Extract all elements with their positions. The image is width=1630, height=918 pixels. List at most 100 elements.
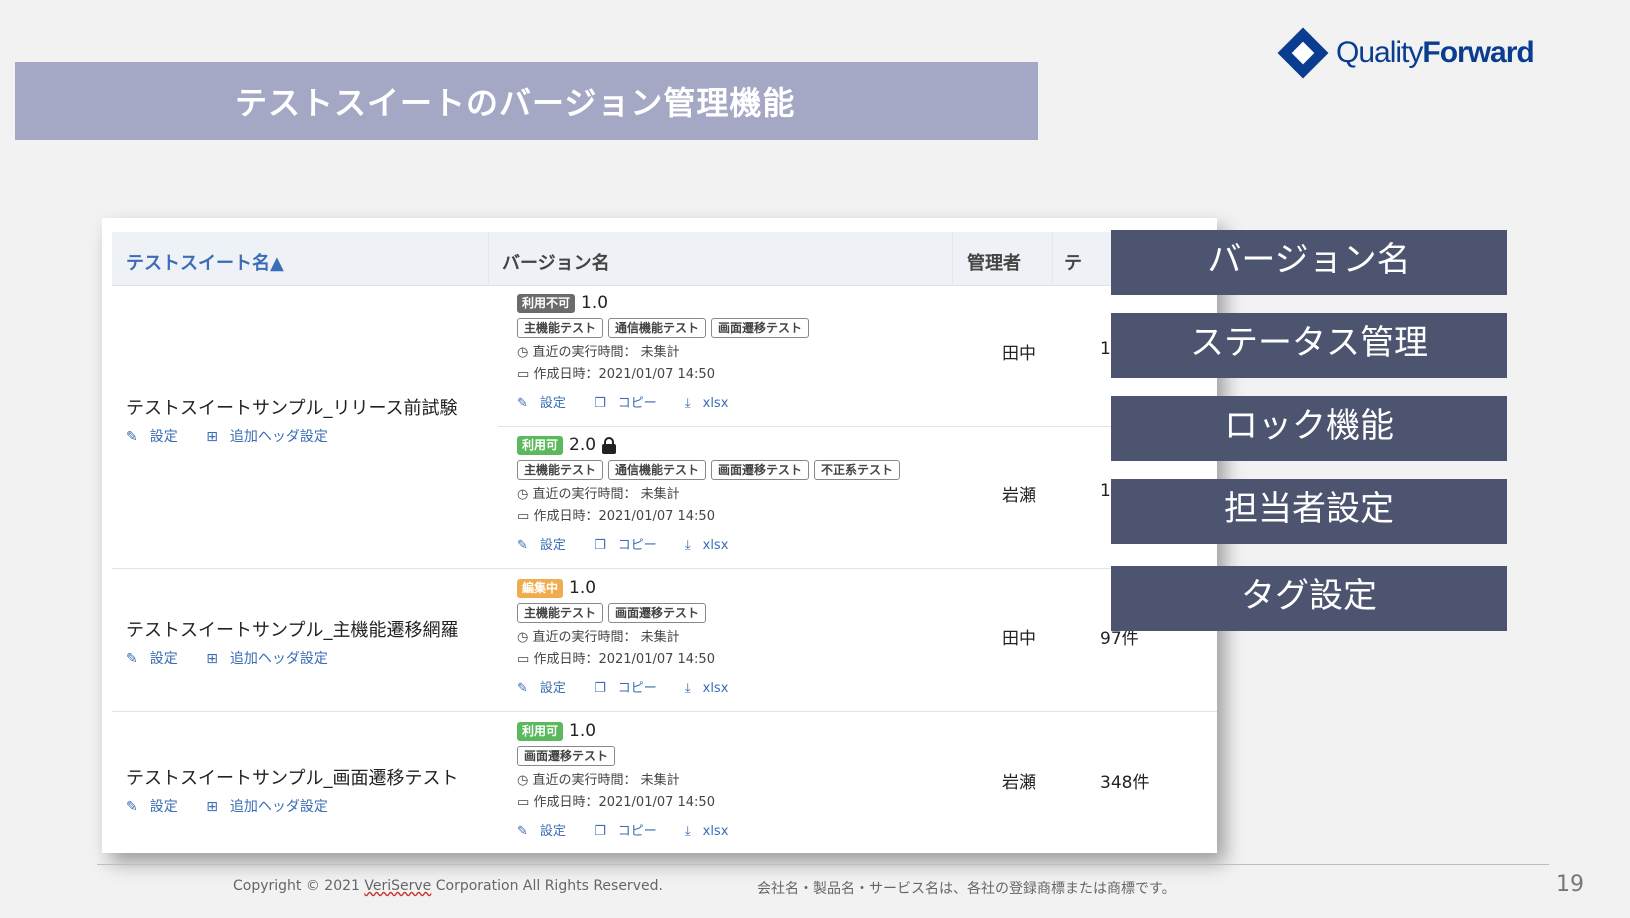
version-number[interactable]: 1.0 [569, 578, 596, 598]
tag-list: 主機能テスト 画面遷移テスト [517, 603, 752, 623]
slide-title: テストスイートのバージョン管理機能 [235, 84, 796, 122]
test-suite-table-screenshot: テストスイート名▲ バージョン名 管理者 テ テストスイートサンプル_リリース前… [102, 218, 1217, 853]
version-copy-link[interactable]: ❐ コピー [594, 681, 669, 696]
table-grid-icon: ⊞ [206, 651, 218, 667]
download-icon: ⤓ [684, 824, 691, 839]
callout-version-name: バージョン名 [1111, 230, 1507, 295]
clock-icon: ◷ [517, 630, 529, 645]
suite-settings-link[interactable]: ✎ 設定 [126, 429, 190, 445]
status-badge: 利用可 [517, 435, 564, 455]
status-badge: 利用可 [517, 721, 564, 741]
version-xlsx-download-link[interactable]: ⤓ xlsx [685, 824, 741, 839]
calendar-icon: ▭ [517, 652, 530, 667]
created-date: ▭ 作成日時：2021/01/07 14:50 [517, 509, 715, 524]
version-entry: 編集中 1.0 主機能テスト 画面遷移テスト ◷ 直近の実行時間： 未集計 ▭ … [517, 577, 752, 696]
copy-icon: ❐ [594, 824, 606, 839]
tag-list: 主機能テスト 通信機能テスト 画面遷移テスト [517, 318, 814, 338]
pencil-icon: ✎ [517, 681, 528, 696]
status-badge: 利用不可 [517, 293, 576, 313]
last-run-time: ◷ 直近の実行時間： 未集計 [517, 487, 680, 502]
pencil-icon: ✎ [126, 799, 138, 815]
suite-settings-link[interactable]: ✎ 設定 [126, 651, 190, 667]
last-run-time: ◷ 直近の実行時間： 未集計 [517, 630, 680, 645]
version-copy-link[interactable]: ❐ コピー [594, 396, 669, 411]
suite-settings-link[interactable]: ✎ 設定 [126, 799, 190, 815]
clock-icon: ◷ [517, 487, 529, 502]
suite-name[interactable]: テストスイートサンプル_画面遷移テスト [126, 764, 458, 790]
version-copy-link[interactable]: ❐ コピー [594, 824, 669, 839]
tag: 主機能テスト [517, 603, 604, 623]
pencil-icon: ✎ [517, 396, 528, 411]
diamond-logo-icon [1277, 27, 1329, 79]
created-date: ▭ 作成日時：2021/01/07 14:50 [517, 795, 715, 810]
download-icon: ⤓ [684, 396, 691, 411]
calendar-icon: ▭ [517, 367, 530, 382]
footer-copyright: Copyright © 2021 VeriServe Corporation A… [233, 878, 663, 894]
suite-links: ✎ 設定 ⊞ 追加ヘッダ設定 [126, 796, 352, 816]
tag: 主機能テスト [517, 318, 604, 338]
clock-icon: ◷ [517, 345, 529, 360]
tag: 画面遷移テスト [711, 318, 810, 338]
version-number[interactable]: 2.0 [569, 435, 596, 455]
manager-name: 田中 [1002, 629, 1036, 649]
version-xlsx-download-link[interactable]: ⤓ xlsx [685, 681, 741, 696]
version-settings-link[interactable]: ✎ 設定 [517, 396, 578, 411]
footer-divider [97, 864, 1549, 865]
extra-header-settings-link[interactable]: ⊞ 追加ヘッダ設定 [206, 651, 340, 667]
callout-lock-feature: ロック機能 [1111, 396, 1507, 461]
version-actions: ✎ 設定 ❐ コピー ⤓ xlsx [517, 534, 905, 553]
page-number: 19 [1556, 872, 1584, 897]
download-icon: ⤓ [684, 538, 691, 553]
suite-name[interactable]: テストスイートサンプル_リリース前試験 [126, 394, 458, 420]
download-icon: ⤓ [684, 681, 691, 696]
calendar-icon: ▭ [517, 795, 530, 810]
clock-icon: ◷ [517, 773, 529, 788]
callout-assignee-setting: 担当者設定 [1111, 479, 1507, 544]
tag-list: 主機能テスト 通信機能テスト 画面遷移テスト 不正系テスト [517, 460, 905, 480]
suite-links: ✎ 設定 ⊞ 追加ヘッダ設定 [126, 426, 352, 446]
manager-name: 田中 [1002, 344, 1036, 364]
extra-header-settings-link[interactable]: ⊞ 追加ヘッダ設定 [206, 429, 340, 445]
calendar-icon: ▭ [517, 509, 530, 524]
tag: 画面遷移テスト [517, 746, 616, 766]
copy-icon: ❐ [594, 396, 606, 411]
version-entry: 利用可 2.0 主機能テスト 通信機能テスト 画面遷移テスト 不正系テスト ◷ … [517, 434, 905, 553]
last-run-time: ◷ 直近の実行時間： 未集計 [517, 345, 680, 360]
logo-text-bold: Forward [1422, 36, 1534, 69]
version-settings-link[interactable]: ✎ 設定 [517, 538, 578, 553]
column-header-suite-name[interactable]: テストスイート名▲ [126, 249, 284, 275]
callout-tag-setting: タグ設定 [1111, 566, 1507, 631]
version-entry: 利用可 1.0 画面遷移テスト ◷ 直近の実行時間： 未集計 ▭ 作成日時：20… [517, 720, 752, 839]
extra-header-settings-link[interactable]: ⊞ 追加ヘッダ設定 [206, 799, 340, 815]
version-copy-link[interactable]: ❐ コピー [594, 538, 669, 553]
column-header-version-name[interactable]: バージョン名 [502, 249, 610, 275]
tag: 画面遷移テスト [711, 460, 810, 480]
suite-links: ✎ 設定 ⊞ 追加ヘッダ設定 [126, 648, 352, 668]
version-number[interactable]: 1.0 [581, 293, 608, 313]
quality-forward-logo: QualityForward [1277, 27, 1535, 79]
version-actions: ✎ 設定 ❐ コピー ⤓ xlsx [517, 677, 752, 696]
version-xlsx-download-link[interactable]: ⤓ xlsx [685, 396, 741, 411]
slide-title-bar: テストスイートのバージョン管理機能 [15, 62, 1038, 140]
logo-text-light: Quality [1336, 36, 1423, 69]
column-header-truncated[interactable]: テ [1064, 249, 1082, 275]
version-number[interactable]: 1.0 [569, 721, 596, 741]
pencil-icon: ✎ [517, 824, 528, 839]
column-header-manager[interactable]: 管理者 [967, 249, 1021, 275]
manager-name: 岩瀬 [1002, 486, 1036, 506]
tag: 不正系テスト [814, 460, 901, 480]
pencil-icon: ✎ [517, 538, 528, 553]
version-xlsx-download-link[interactable]: ⤓ xlsx [685, 538, 741, 553]
lock-icon [602, 436, 617, 454]
version-settings-link[interactable]: ✎ 設定 [517, 824, 578, 839]
table-grid-icon: ⊞ [206, 429, 218, 445]
version-settings-link[interactable]: ✎ 設定 [517, 681, 578, 696]
created-date: ▭ 作成日時：2021/01/07 14:50 [517, 652, 715, 667]
sort-ascending-icon: ▲ [270, 253, 284, 274]
suite-name[interactable]: テストスイートサンプル_主機能遷移網羅 [126, 616, 458, 642]
table-grid-icon: ⊞ [206, 799, 218, 815]
table-header: テストスイート名▲ バージョン名 管理者 テ [112, 232, 1217, 286]
tag: 通信機能テスト [608, 460, 707, 480]
version-entry: 利用不可 1.0 主機能テスト 通信機能テスト 画面遷移テスト ◷ 直近の実行時… [517, 292, 814, 411]
footer-trademark: 会社名・製品名・サービス名は、各社の登録商標または商標です。 [757, 881, 1176, 897]
